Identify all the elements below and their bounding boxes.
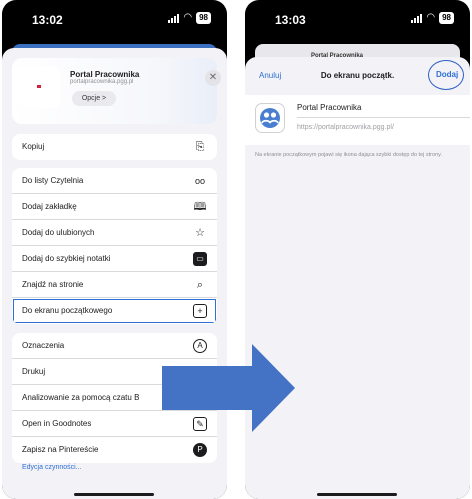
- menu-item-add-favorites[interactable]: Dodaj do ulubionych ☆: [12, 220, 217, 246]
- app-name-input[interactable]: Portal Pracownika: [297, 103, 361, 112]
- menu-item-save-pinterest[interactable]: Zapisz na Pintereście P: [12, 437, 217, 463]
- add-square-icon: +: [193, 304, 207, 318]
- menu-item-quick-note[interactable]: Dodaj do szybkiej notatki ▭: [12, 246, 217, 272]
- battery-icon: 98: [196, 12, 211, 24]
- home-indicator: [317, 493, 397, 496]
- menu-item-copy[interactable]: Kopiuj ⎘: [12, 134, 217, 160]
- signal-icon: [411, 13, 423, 23]
- quick-note-icon: ▭: [193, 252, 207, 266]
- site-preview-card: Portal Pracownika portalpracownika.pgg.p…: [12, 58, 221, 124]
- menu-group-main: Do listy Czytelnia oo Dodaj zakładkę 🕮 D…: [12, 168, 217, 324]
- signal-icon: [168, 13, 180, 23]
- edit-actions-link[interactable]: Edycja czynności...: [22, 464, 82, 471]
- add-button-highlight: [428, 60, 464, 90]
- close-icon[interactable]: ✕: [205, 70, 221, 86]
- menu-item-reading-list[interactable]: Do listy Czytelnia oo: [12, 168, 217, 194]
- book-icon: 🕮: [193, 201, 207, 213]
- add-to-home-sheet: Anuluj Do ekranu początk. Dodaj Portal P…: [245, 57, 470, 499]
- status-bar: 13:02 ◠ 98: [2, 0, 227, 38]
- app-card: Portal Pracownika https://portalpracowni…: [245, 95, 470, 145]
- star-icon: ☆: [195, 227, 205, 239]
- copy-icon: ⎘: [195, 141, 205, 153]
- help-text: Na ekranie początkowym pojawi się ikona …: [255, 152, 442, 158]
- glasses-icon: oo: [194, 176, 205, 186]
- home-indicator: [74, 493, 154, 496]
- site-favicon-icon: [18, 66, 60, 108]
- site-url: portalpracownika.pgg.pl: [70, 79, 134, 85]
- find-on-page-icon: ⌕: [196, 279, 204, 291]
- pinterest-icon: P: [193, 443, 207, 457]
- menu-item-find-on-page[interactable]: Znajdź na stronie ⌕: [12, 272, 217, 298]
- status-time: 13:03: [275, 13, 306, 27]
- status-bar: 13:03 ◠ 98: [245, 0, 470, 38]
- menu-group-copy: Kopiuj ⎘: [12, 134, 217, 160]
- people-icon: [255, 103, 285, 133]
- options-button[interactable]: Opcje >: [72, 91, 116, 106]
- arrow-right-icon: [162, 344, 295, 432]
- app-url: https://portalpracownika.pgg.pl/: [297, 124, 394, 131]
- menu-item-add-to-home-screen[interactable]: Do ekranu początkowego +: [12, 298, 217, 324]
- battery-icon: 98: [439, 12, 454, 24]
- wifi-icon: ◠: [183, 12, 193, 23]
- menu-item-add-bookmark[interactable]: Dodaj zakładkę 🕮: [12, 194, 217, 220]
- wifi-icon: ◠: [426, 12, 436, 23]
- status-time: 13:02: [32, 13, 63, 27]
- site-title: Portal Pracownika: [70, 70, 140, 79]
